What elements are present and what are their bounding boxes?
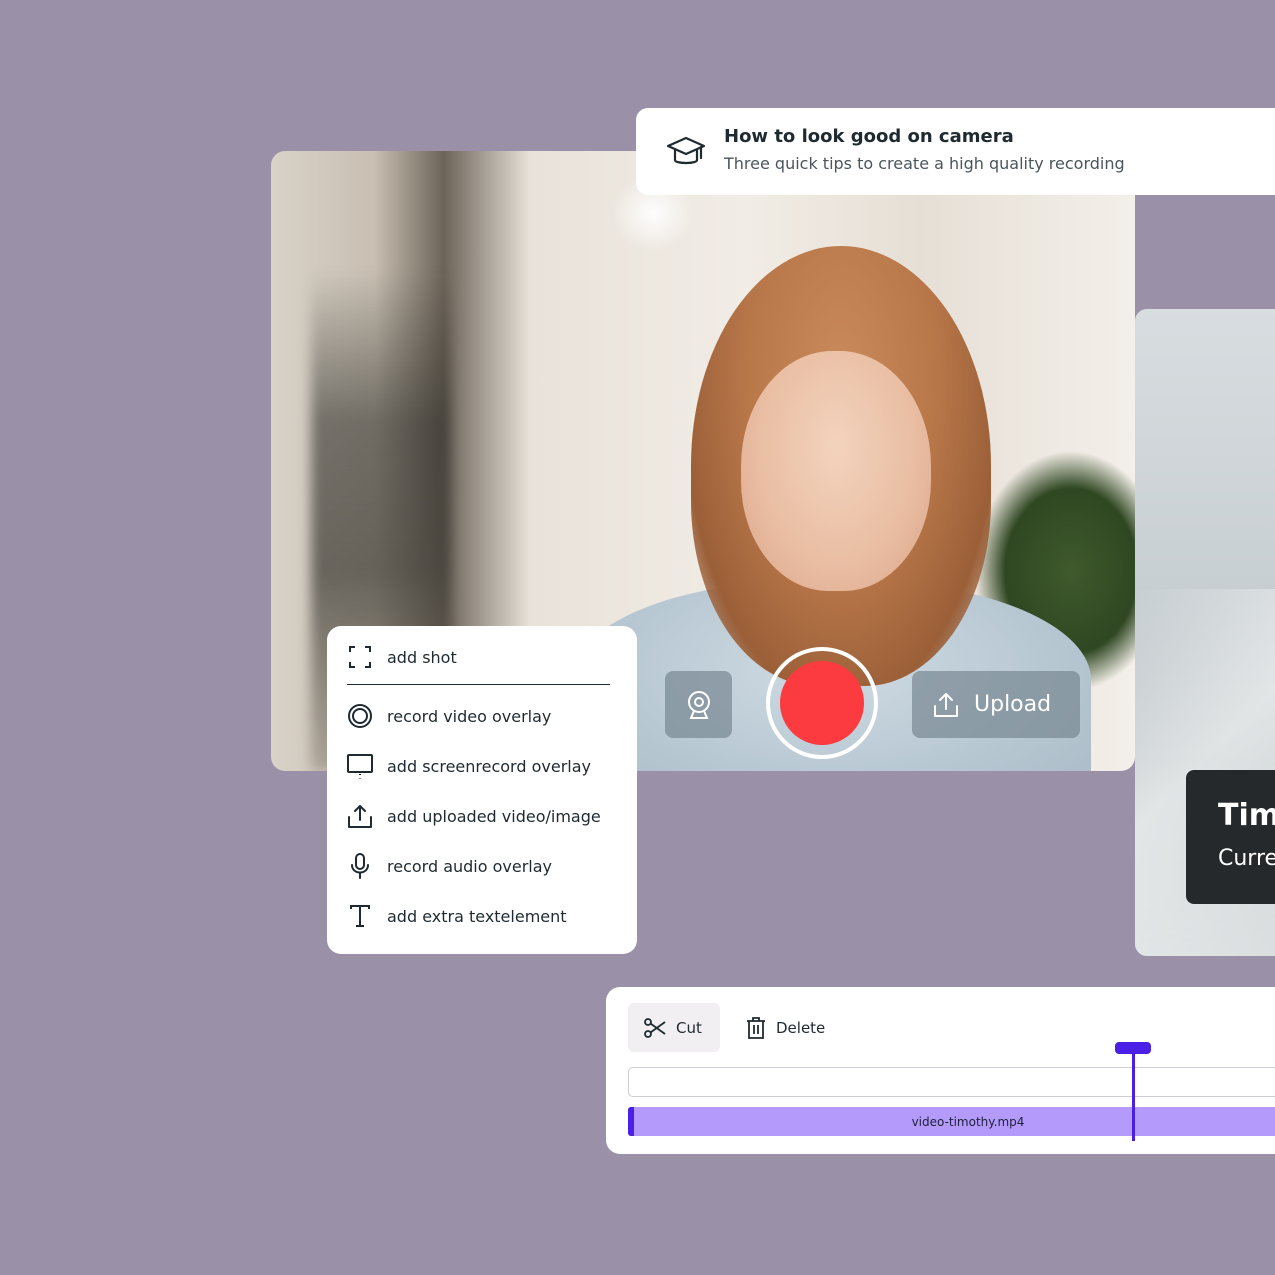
menu-item-screenrecord-overlay[interactable]: add screenrecord overlay (347, 751, 591, 781)
record-circle-icon (348, 704, 372, 728)
menu-item-record-audio-overlay[interactable]: record audio overlay (347, 851, 552, 881)
upload-icon (934, 692, 958, 717)
add-shot-menu: add shot record video overlay add screen… (327, 626, 637, 954)
text-icon (350, 905, 370, 927)
menu-item-uploaded-video[interactable]: add uploaded video/image (347, 801, 601, 831)
menu-item-extra-textelement[interactable]: add extra textelement (347, 901, 567, 931)
menu-item-add-shot[interactable]: add shot (347, 642, 457, 672)
cut-label: Cut (676, 1018, 702, 1037)
webcam-icon (687, 690, 710, 719)
lower-third-card[interactable]: Tim Curre (1186, 770, 1275, 904)
menu-item-label: record audio overlay (387, 856, 553, 876)
trash-icon (747, 1016, 765, 1039)
playhead-handle[interactable] (1115, 1042, 1151, 1054)
clip-trim-handle[interactable] (628, 1107, 634, 1136)
record-dot (780, 661, 864, 745)
graduation-cap-icon (666, 136, 706, 165)
playhead-line[interactable] (1132, 1045, 1135, 1141)
timeline-track-empty[interactable] (628, 1067, 1275, 1097)
tip-subtitle: Three quick tips to create a high qualit… (724, 154, 1125, 173)
delete-button[interactable]: Delete (734, 1003, 837, 1052)
person-face (741, 351, 931, 591)
clip-name: video-timothy.mp4 (911, 1114, 1025, 1129)
menu-item-label: add shot (387, 647, 457, 667)
menu-item-label: add extra textelement (387, 906, 567, 926)
record-button[interactable] (766, 647, 878, 759)
menu-divider (347, 684, 610, 685)
menu-item-label: add uploaded video/image (387, 806, 601, 826)
tip-title: How to look good on camera (724, 126, 1014, 147)
monitor-icon (347, 754, 373, 779)
upload-label: Upload (974, 692, 1052, 717)
cut-button[interactable]: Cut (628, 1003, 720, 1052)
lower-third-subtitle: Curre (1218, 846, 1275, 871)
upload-button[interactable]: Upload (912, 671, 1080, 738)
frame-corners-icon (349, 646, 371, 668)
timeline-clip[interactable]: video-timothy.mp4 (628, 1107, 1275, 1136)
tip-card[interactable]: How to look good on camera Three quick t… (636, 108, 1275, 195)
lower-third-title: Tim (1218, 798, 1275, 833)
webcam-button[interactable] (665, 671, 732, 738)
delete-label: Delete (776, 1018, 826, 1037)
upload-icon (348, 805, 372, 828)
microphone-icon (351, 853, 369, 879)
menu-item-record-video-overlay[interactable]: record video overlay (347, 701, 551, 731)
menu-item-label: record video overlay (387, 706, 552, 726)
menu-item-label: add screenrecord overlay (387, 756, 591, 776)
timeline-panel: Cut Delete video-timothy.mp4 (606, 987, 1275, 1154)
scissors-icon (644, 1017, 666, 1038)
